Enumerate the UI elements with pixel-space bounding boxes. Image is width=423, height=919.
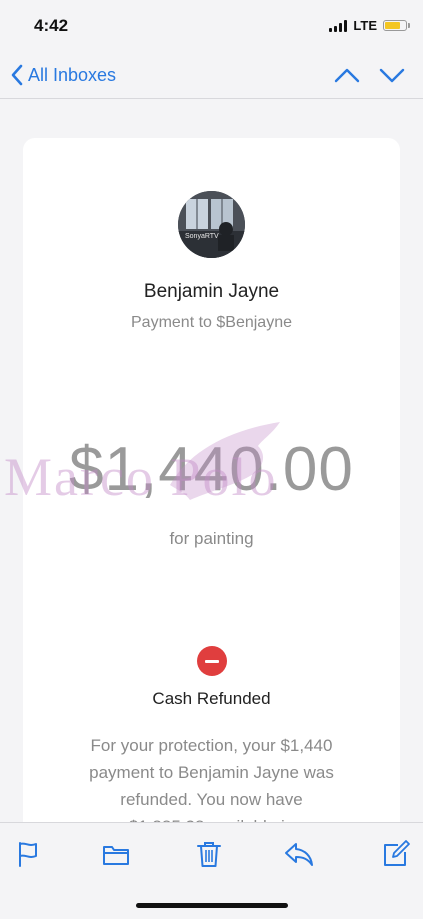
chevron-down-icon — [379, 68, 405, 83]
chevron-up-icon — [334, 68, 360, 83]
compose-icon — [384, 840, 410, 866]
email-card: SonyaRTV Benjamin Jayne Payment to $Benj… — [23, 138, 400, 898]
status-indicators: LTE — [329, 18, 410, 33]
status-bar: 4:42 LTE — [0, 0, 423, 52]
refund-line: payment to Benjamin Jayne was — [89, 763, 334, 782]
next-message-button[interactable] — [378, 62, 406, 88]
trash-button[interactable] — [194, 839, 224, 869]
status-time: 4:42 — [34, 16, 69, 35]
sender-name: Benjamin Jayne — [143, 281, 280, 302]
move-to-folder-button[interactable] — [101, 839, 131, 869]
payment-amount: $1,440.00 — [69, 435, 354, 504]
refund-line: refunded. You now have — [120, 790, 303, 809]
payment-recipient: Payment to $Benjayne — [131, 314, 292, 331]
network-label: LTE — [353, 18, 377, 33]
back-label: All Inboxes — [28, 64, 117, 85]
avatar-caption: SonyaRTV — [185, 233, 219, 240]
avatar-photo — [178, 191, 245, 258]
back-button[interactable]: All Inboxes — [10, 60, 116, 90]
folder-icon — [103, 846, 129, 865]
avatar[interactable]: SonyaRTV — [178, 191, 245, 258]
previous-message-button[interactable] — [333, 62, 361, 88]
battery-level — [385, 22, 401, 29]
refund-line: For your protection, your $1,440 — [90, 736, 333, 755]
flag-button[interactable] — [14, 839, 44, 869]
reply-icon — [285, 843, 313, 866]
chevron-left-icon — [11, 64, 23, 86]
compose-button[interactable] — [381, 839, 411, 869]
flag-icon — [19, 842, 37, 867]
trash-icon — [197, 842, 221, 867]
payment-memo: for painting — [169, 529, 254, 548]
refund-status-icon — [197, 646, 227, 676]
battery-icon — [383, 20, 410, 31]
reply-button[interactable] — [283, 839, 313, 869]
home-indicator[interactable] — [136, 903, 288, 908]
nav-bar: All Inboxes — [0, 52, 423, 99]
signal-icon — [329, 19, 348, 32]
refund-title: Cash Refunded — [152, 689, 271, 708]
